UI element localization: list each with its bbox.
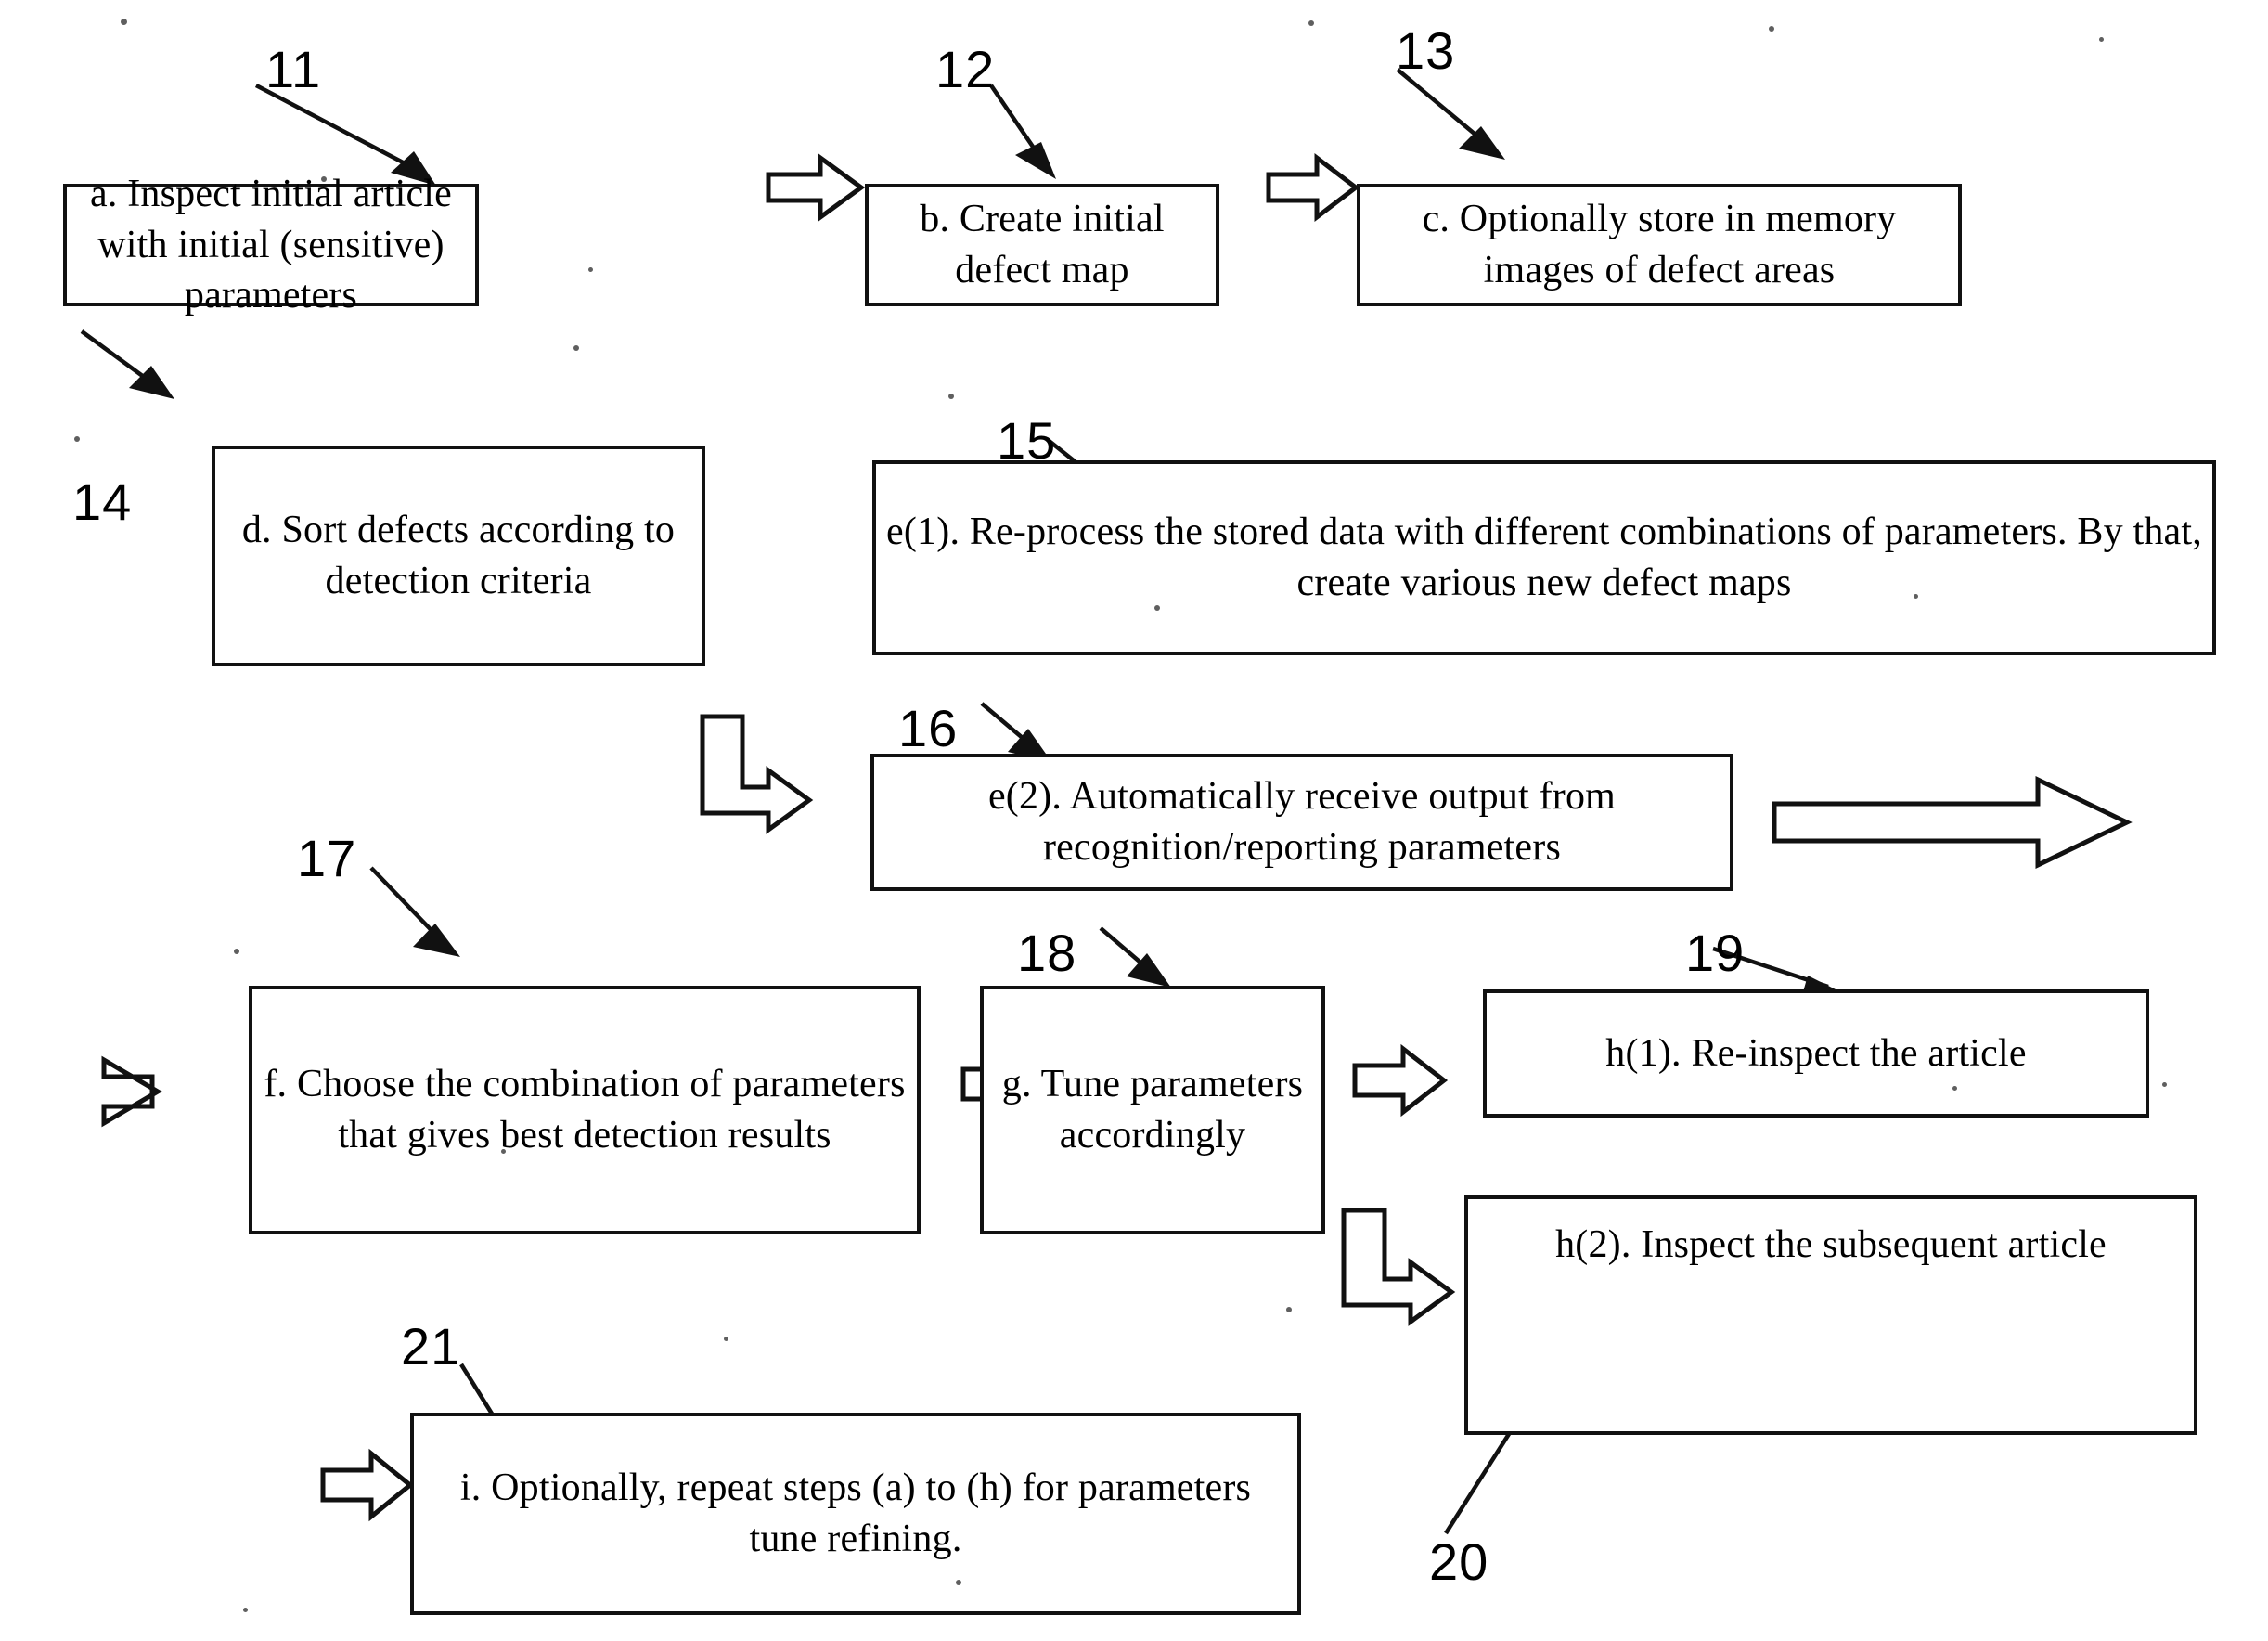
process-box-e2-label: e(2). Automatically receive output from … <box>987 775 1617 869</box>
process-box-f[interactable]: f. Choose the combination of parameters … <box>249 986 921 1234</box>
process-box-h1[interactable]: h(1). Re-inspect the article <box>1483 989 2149 1118</box>
leader-12 <box>989 84 1056 179</box>
block-arrow-a-b <box>766 153 866 222</box>
leader-13 <box>1396 68 1505 160</box>
scan-speck <box>1308 20 1314 26</box>
scan-speck <box>1914 594 1918 599</box>
process-box-i-label: i. Optionally, repeat steps (a) to (h) f… <box>459 1467 1252 1560</box>
reference-numeral-20: 20 <box>1429 1532 1489 1591</box>
reference-numeral-14: 14 <box>72 472 133 531</box>
reference-numeral-16: 16 <box>898 699 959 757</box>
scan-speck <box>1154 605 1160 611</box>
process-box-e2[interactable]: e(2). Automatically receive output from … <box>870 754 1733 891</box>
reference-numeral-13: 13 <box>1396 21 1456 80</box>
reference-numeral-19: 19 <box>1685 924 1746 982</box>
scan-speck <box>2162 1082 2167 1087</box>
scan-speck <box>121 19 127 25</box>
scan-speck <box>588 267 593 272</box>
process-box-g[interactable]: g. Tune parameters accordingly <box>980 986 1325 1234</box>
reference-numeral-12: 12 <box>935 40 996 98</box>
process-box-h2-label: h(2). Inspect the subsequent article <box>1555 1223 2107 1266</box>
process-box-b-label: b. Create initial defect map <box>920 198 1165 291</box>
scan-speck <box>243 1608 248 1612</box>
scan-speck <box>1769 26 1774 32</box>
scan-speck <box>573 345 579 351</box>
reference-numeral-11: 11 <box>265 40 322 98</box>
process-box-f-label: f. Choose the combination of parameters … <box>264 1063 906 1156</box>
block-arrow-b-c <box>1266 152 1360 223</box>
block-arrow-into-f <box>101 1055 162 1128</box>
process-box-b[interactable]: b. Create initial defect map <box>865 184 1219 306</box>
leader-18 <box>1099 926 1171 988</box>
scan-speck <box>948 394 954 399</box>
process-box-e1[interactable]: e(1). Re-process the stored data with di… <box>872 460 2216 655</box>
scan-speck <box>956 1580 961 1585</box>
block-arrow-g-h1 <box>1352 1043 1449 1118</box>
reference-numeral-15: 15 <box>997 411 1057 470</box>
reference-numeral-18: 18 <box>1017 924 1077 982</box>
process-box-d[interactable]: d. Sort defects according to detection c… <box>212 446 705 666</box>
block-arrow-d-e2 <box>700 714 814 834</box>
scan-speck <box>1952 1086 1957 1091</box>
scan-speck <box>501 1149 506 1154</box>
process-box-a-label: a. Inspect initial article with initial … <box>89 173 453 317</box>
scan-speck <box>321 176 327 182</box>
process-box-a[interactable]: a. Inspect initial article with initial … <box>63 173 479 317</box>
scan-speck <box>74 436 80 442</box>
process-box-h2[interactable]: h(2). Inspect the subsequent article <box>1464 1195 2197 1435</box>
process-box-i[interactable]: i. Optionally, repeat steps (a) to (h) f… <box>410 1413 1301 1615</box>
process-box-c-label: c. Optionally store in memory images of … <box>1422 198 1897 291</box>
scan-speck <box>1286 1307 1292 1312</box>
reference-numeral-21: 21 <box>401 1317 461 1376</box>
process-box-h1-label: h(1). Re-inspect the article <box>1605 1031 2027 1075</box>
process-box-d-label: d. Sort defects according to detection c… <box>241 509 676 602</box>
scan-speck <box>234 949 239 954</box>
process-box-e1-label: e(1). Re-process the stored data with di… <box>886 510 2202 604</box>
block-arrow-g-h2 <box>1341 1208 1456 1326</box>
block-arrow-e2-right <box>1772 776 2133 869</box>
scan-speck <box>2099 37 2104 42</box>
figure-canvas: a. Inspect initial article with initial … <box>0 0 2268 1641</box>
leader-14 <box>80 329 174 399</box>
block-arrow-into-i <box>320 1448 414 1522</box>
reference-numeral-17: 17 <box>297 829 357 887</box>
scan-speck <box>724 1337 728 1341</box>
process-box-g-label: g. Tune parameters accordingly <box>1001 1063 1304 1156</box>
leader-17 <box>369 866 460 957</box>
process-box-c[interactable]: c. Optionally store in memory images of … <box>1357 184 1962 306</box>
